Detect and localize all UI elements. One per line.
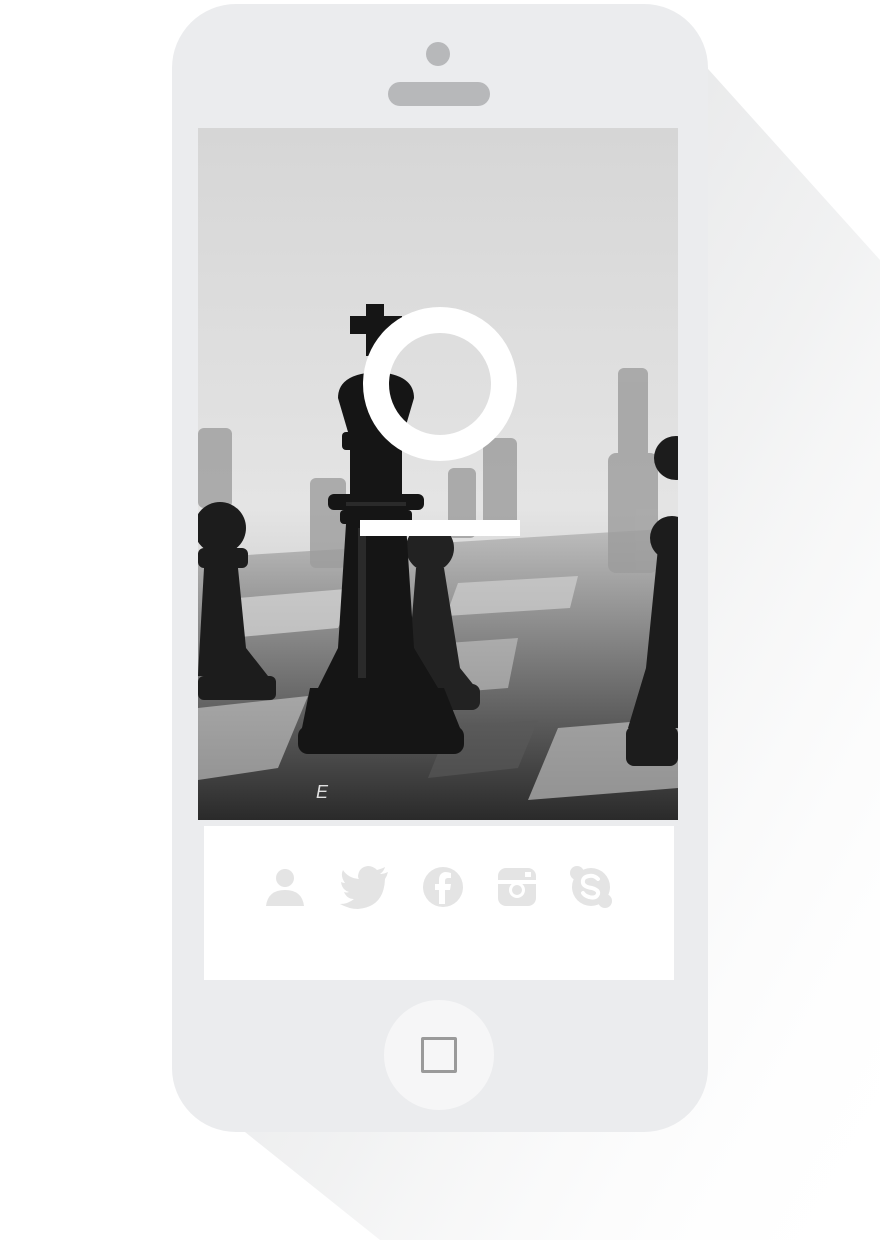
underline-bar-icon [360,520,520,536]
home-button[interactable] [384,1000,494,1110]
facebook-icon[interactable] [420,864,466,910]
twitter-icon[interactable] [340,864,390,910]
user-icon[interactable] [262,864,308,910]
instagram-icon[interactable] [494,864,540,910]
skype-icon[interactable] [568,864,614,910]
square-home-icon [421,1037,457,1073]
front-camera [426,42,450,66]
earpiece-speaker [388,82,490,106]
ring-logo-icon [360,307,520,536]
